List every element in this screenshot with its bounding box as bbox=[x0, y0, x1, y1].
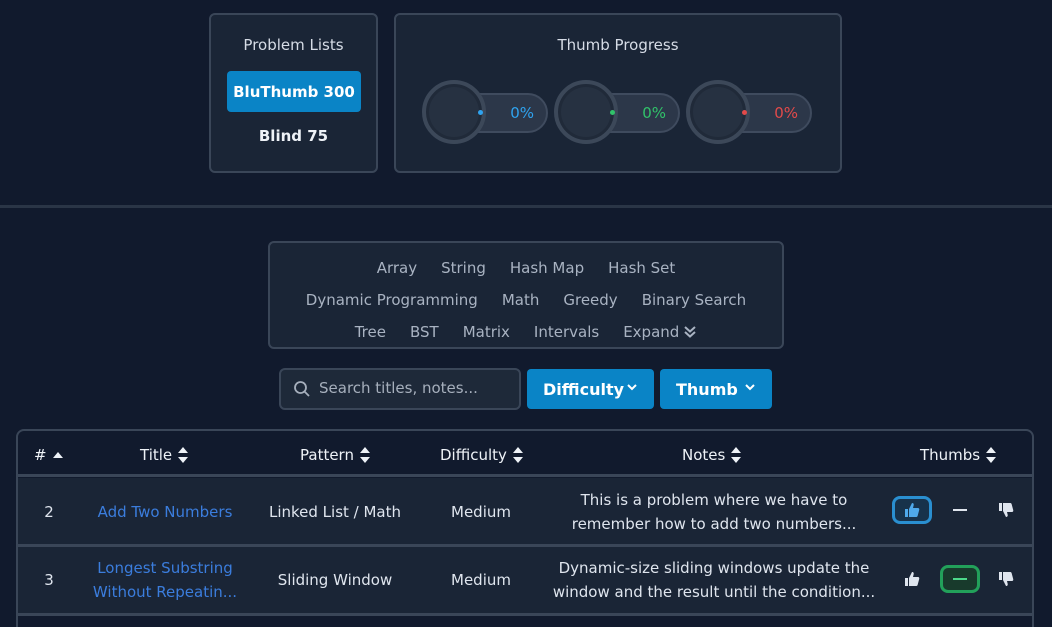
problem-lists-panel: Problem Lists BluThumb 300 Blind 75 bbox=[209, 13, 378, 173]
row-separator bbox=[18, 613, 1032, 616]
search-box bbox=[279, 368, 521, 410]
thumb-neutral-button[interactable] bbox=[940, 565, 980, 593]
dash-icon bbox=[953, 509, 967, 511]
thumb-neutral-button[interactable] bbox=[940, 496, 980, 524]
problems-table: # Title Pattern Difficulty Notes Thumbs … bbox=[16, 429, 1034, 627]
thumb-down-icon bbox=[999, 572, 1014, 586]
header-title-label: Title bbox=[140, 446, 173, 464]
header-pattern[interactable]: Pattern bbox=[300, 446, 370, 464]
header-pattern-label: Pattern bbox=[300, 446, 354, 464]
progress-neutral-value: 0% bbox=[642, 104, 666, 122]
progress-dot-neutral bbox=[610, 110, 615, 115]
thumb-up-button[interactable] bbox=[892, 496, 932, 524]
sort-icon bbox=[178, 447, 189, 463]
header-notes-label: Notes bbox=[682, 446, 726, 464]
tag-row-2: Dynamic Programming Math Greedy Binary S… bbox=[270, 291, 782, 309]
tag-string[interactable]: String bbox=[441, 259, 486, 277]
thumb-progress-title: Thumb Progress bbox=[557, 36, 679, 54]
tag-hash-set[interactable]: Hash Set bbox=[608, 259, 675, 277]
thumb-down-icon bbox=[999, 503, 1014, 517]
tag-row-3: Tree BST Matrix Intervals Expand bbox=[270, 323, 782, 341]
tag-array[interactable]: Array bbox=[377, 259, 417, 277]
tags-panel: Array String Hash Map Hash Set Dynamic P… bbox=[268, 241, 784, 349]
thumb-down-button[interactable] bbox=[986, 496, 1026, 524]
header-number-label: # bbox=[34, 446, 47, 464]
thumb-up-icon bbox=[905, 572, 920, 586]
row-difficulty: Medium bbox=[451, 571, 511, 589]
chevron-down-icon bbox=[745, 384, 755, 391]
section-divider bbox=[0, 205, 1052, 208]
tag-greedy[interactable]: Greedy bbox=[563, 291, 617, 309]
double-chevron-down-icon bbox=[684, 326, 696, 338]
expand-label: Expand bbox=[623, 323, 680, 341]
tag-bst[interactable]: BST bbox=[410, 323, 439, 341]
sort-icon bbox=[986, 447, 997, 463]
sort-icon bbox=[359, 447, 370, 463]
row-number: 2 bbox=[44, 503, 54, 521]
progress-knob-neutral bbox=[554, 80, 618, 144]
header-notes[interactable]: Notes bbox=[682, 446, 742, 464]
row-notes-line: This is a problem where we have to bbox=[580, 491, 848, 509]
thumb-dropdown-label: Thumb bbox=[676, 379, 738, 399]
tag-row-1: Array String Hash Map Hash Set bbox=[270, 259, 782, 277]
header-title[interactable]: Title bbox=[140, 446, 189, 464]
row-pattern: Sliding Window bbox=[277, 571, 393, 589]
header-thumbs-label: Thumbs bbox=[920, 446, 981, 464]
thumb-progress-panel: Thumb Progress 0% 0% 0% bbox=[394, 13, 842, 173]
sort-icon bbox=[512, 447, 523, 463]
tag-intervals[interactable]: Intervals bbox=[534, 323, 599, 341]
table-row: 3 Longest Substring Without Repeatin... … bbox=[18, 547, 1032, 613]
dash-icon bbox=[953, 578, 967, 580]
tag-matrix[interactable]: Matrix bbox=[463, 323, 510, 341]
row-difficulty: Medium bbox=[451, 503, 511, 521]
tag-hash-map[interactable]: Hash Map bbox=[510, 259, 584, 277]
row-notes-line: window and the result until the conditio… bbox=[552, 583, 876, 601]
row-notes: Dynamic-size sliding windows update the … bbox=[542, 556, 886, 604]
thumb-up-button[interactable] bbox=[892, 565, 932, 593]
tag-binary-search[interactable]: Binary Search bbox=[642, 291, 747, 309]
row-notes-line: remember how to add two numbers... bbox=[571, 515, 857, 533]
row-number: 3 bbox=[44, 571, 54, 589]
list-blind-75-button[interactable]: Blind 75 bbox=[211, 127, 376, 145]
progress-knob-up bbox=[422, 80, 486, 144]
search-input[interactable] bbox=[319, 379, 509, 397]
difficulty-dropdown-label: Difficulty bbox=[543, 379, 625, 399]
progress-up-value: 0% bbox=[510, 104, 534, 122]
problem-title-link[interactable]: Add Two Numbers bbox=[80, 500, 250, 524]
problem-lists-title: Problem Lists bbox=[243, 36, 344, 54]
header-number[interactable]: # bbox=[34, 446, 63, 464]
problem-title-line: Longest Substring bbox=[97, 559, 233, 577]
row-notes: This is a problem where we have to remem… bbox=[542, 488, 886, 536]
list-bluthumb-300-button[interactable]: BluThumb 300 bbox=[227, 71, 361, 112]
chevron-down-icon bbox=[627, 384, 637, 391]
progress-down-value: 0% bbox=[774, 104, 798, 122]
header-thumbs[interactable]: Thumbs bbox=[920, 446, 997, 464]
row-notes-line: Dynamic-size sliding windows update the bbox=[558, 559, 870, 577]
sort-asc-icon bbox=[52, 452, 63, 458]
row-pattern: Linked List / Math bbox=[268, 503, 402, 521]
thumb-up-icon bbox=[905, 503, 920, 517]
problem-title-line: Without Repeatin... bbox=[92, 583, 238, 601]
header-difficulty-label: Difficulty bbox=[440, 446, 507, 464]
thumb-down-button[interactable] bbox=[986, 565, 1026, 593]
table-row: 2 Add Two Numbers Linked List / Math Med… bbox=[18, 478, 1032, 544]
expand-tags-button[interactable]: Expand bbox=[623, 323, 697, 341]
problem-title-link[interactable]: Longest Substring Without Repeatin... bbox=[80, 556, 250, 604]
search-icon bbox=[294, 381, 310, 397]
difficulty-dropdown[interactable]: Difficulty bbox=[527, 369, 654, 409]
tag-dynamic-programming[interactable]: Dynamic Programming bbox=[306, 291, 478, 309]
tag-tree[interactable]: Tree bbox=[355, 323, 386, 341]
progress-knob-down bbox=[686, 80, 750, 144]
table-header: # Title Pattern Difficulty Notes Thumbs bbox=[18, 431, 1032, 477]
progress-dot-down bbox=[742, 110, 747, 115]
thumb-dropdown[interactable]: Thumb bbox=[660, 369, 772, 409]
sort-icon bbox=[731, 447, 742, 463]
header-difficulty[interactable]: Difficulty bbox=[440, 446, 523, 464]
progress-dot-up bbox=[478, 110, 483, 115]
tag-math[interactable]: Math bbox=[502, 291, 540, 309]
